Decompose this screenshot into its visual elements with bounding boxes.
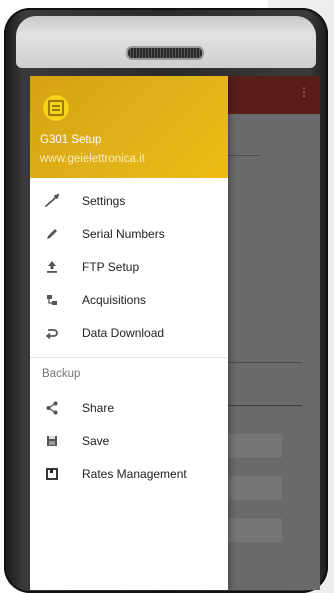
menu-label: Settings bbox=[82, 193, 126, 208]
background-divider bbox=[228, 405, 302, 406]
upload-icon bbox=[44, 259, 60, 275]
menu-label: Save bbox=[82, 433, 110, 448]
menu-label: Serial Numbers bbox=[82, 226, 165, 241]
menu-label: Rates Management bbox=[82, 466, 187, 481]
menu-item-serial-numbers[interactable]: Serial Numbers bbox=[30, 217, 228, 250]
app-logo-icon bbox=[42, 94, 70, 122]
wrench-icon bbox=[44, 193, 60, 209]
navigation-drawer: G301 Setup www.geielettronica.it Setting… bbox=[30, 76, 228, 590]
section-label-backup: Backup bbox=[42, 368, 81, 380]
menu-item-share[interactable]: Share bbox=[30, 391, 228, 424]
pencil-icon bbox=[44, 226, 60, 242]
menu-label: Share bbox=[82, 400, 115, 415]
menu-item-settings[interactable]: Settings bbox=[30, 184, 228, 217]
app-name: G301 Setup bbox=[40, 134, 102, 146]
speaker-grille-icon bbox=[126, 46, 204, 60]
save-icon bbox=[44, 433, 60, 449]
screen: ⋮ G301 Setup www.geielettronica.it Setti… bbox=[30, 76, 320, 590]
overflow-menu-icon[interactable]: ⋮ bbox=[298, 86, 310, 98]
menu-item-data-download[interactable]: Data Download bbox=[30, 316, 228, 349]
rates-icon bbox=[44, 466, 60, 482]
menu-item-rates-management[interactable]: Rates Management bbox=[30, 457, 228, 490]
menu-item-ftp-setup[interactable]: FTP Setup bbox=[30, 250, 228, 283]
menu-item-acquisitions[interactable]: Acquisitions bbox=[30, 283, 228, 316]
menu-label: Acquisitions bbox=[82, 292, 147, 307]
background-divider bbox=[228, 155, 260, 156]
menu-label: Data Download bbox=[82, 325, 165, 340]
phone-frame: ⋮ G301 Setup www.geielettronica.it Setti… bbox=[4, 8, 328, 593]
app-website: www.geielettronica.it bbox=[40, 153, 145, 165]
drawer-header: G301 Setup www.geielettronica.it bbox=[30, 76, 228, 178]
phone-top-bezel bbox=[16, 16, 316, 68]
background-divider bbox=[228, 362, 302, 363]
menu-item-save[interactable]: Save bbox=[30, 424, 228, 457]
return-icon bbox=[44, 325, 60, 341]
menu-divider bbox=[30, 357, 228, 358]
menu-label: FTP Setup bbox=[82, 259, 140, 274]
share-icon bbox=[44, 400, 60, 416]
acquisitions-icon bbox=[44, 292, 60, 308]
